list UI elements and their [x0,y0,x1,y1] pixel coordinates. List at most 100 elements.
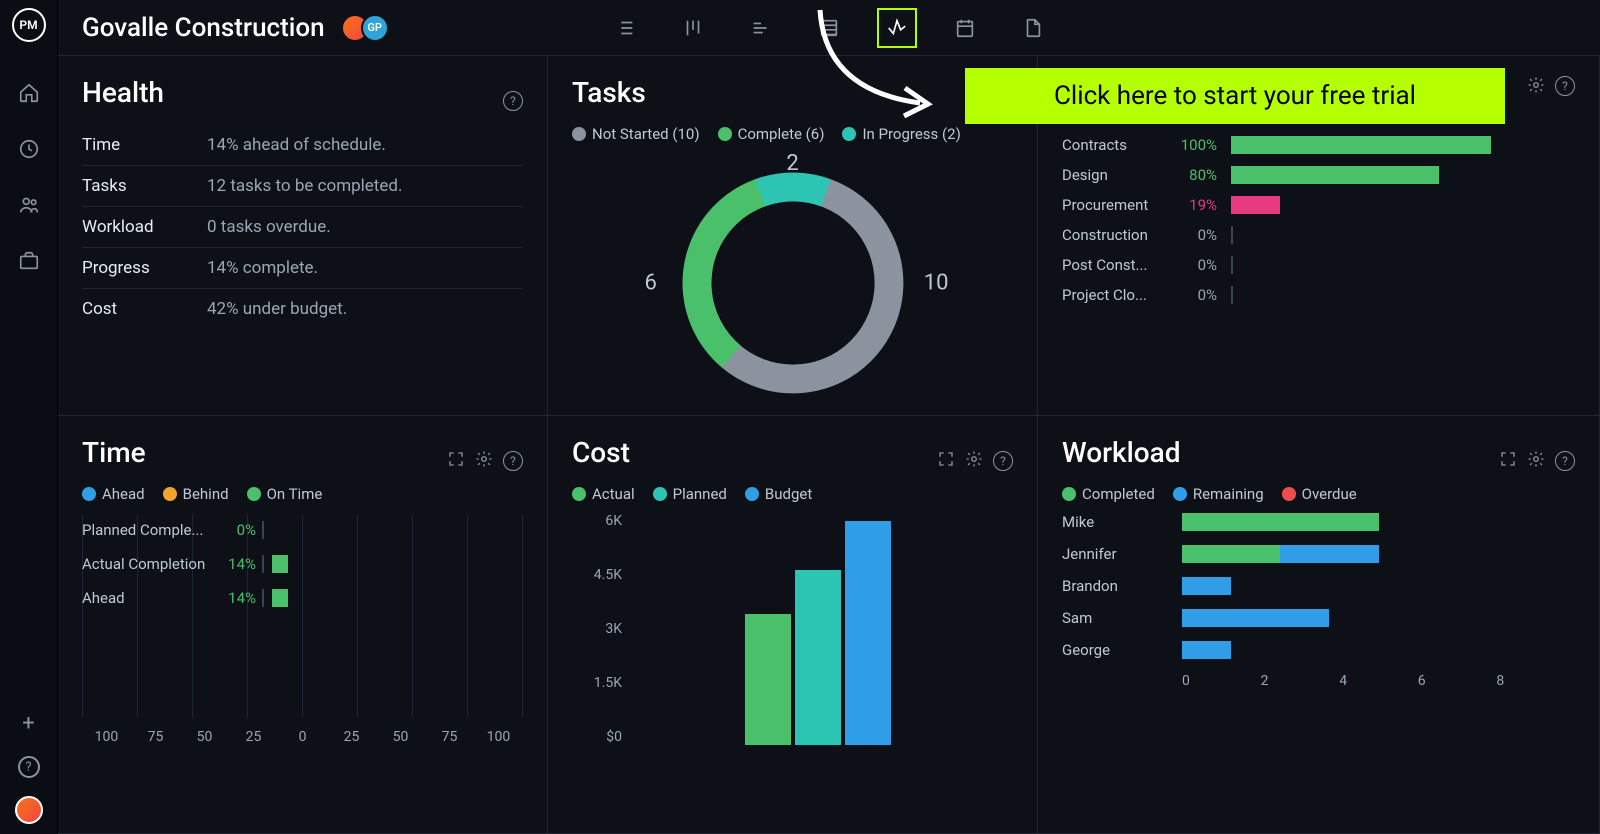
legend-item[interactable]: Actual [572,485,635,503]
view-dashboard-icon[interactable] [877,8,917,48]
portfolio-icon[interactable] [16,248,42,274]
workload-seg-completed [1182,545,1280,563]
view-calendar-icon[interactable] [945,8,985,48]
legend-label: Budget [765,485,812,503]
time-row-name: Actual Completion [82,555,212,573]
workload-name: George [1062,641,1182,659]
project-title: Govalle Construction [82,13,325,43]
health-row: Progress14% complete. [82,248,523,289]
add-icon[interactable]: + [22,711,34,736]
recent-icon[interactable] [16,136,42,162]
axis-tick: 1.5K [572,675,622,691]
panel-settings-icon[interactable] [1527,76,1545,98]
progress-pct: 19% [1171,196,1217,214]
axis-tick: 100 [474,729,523,745]
panel-help-icon[interactable]: ? [503,91,523,111]
axis-tick: 4 [1339,673,1418,689]
legend-item[interactable]: Behind [163,485,229,503]
time-bar [272,589,288,607]
cost-bar [795,570,841,745]
axis-tick: 6 [1418,673,1497,689]
legend-item[interactable]: In Progress (2) [842,125,960,143]
time-row-pct: 14% [212,589,256,607]
workload-row: George [1062,641,1575,659]
health-label: Tasks [82,176,207,196]
workload-seg-remaining [1280,545,1378,563]
health-row: Cost42% under budget. [82,289,523,329]
legend-item[interactable]: Not Started (10) [572,125,700,143]
legend-dot [1062,487,1076,501]
health-label: Progress [82,258,207,278]
time-zero-line [262,555,264,573]
view-files-icon[interactable] [1013,8,1053,48]
panel-expand-icon[interactable] [1499,450,1517,472]
time-row: Actual Completion 14% [82,555,523,573]
legend-item[interactable]: Ahead [82,485,145,503]
legend-label: In Progress (2) [862,125,960,143]
progress-name: Design [1062,166,1167,184]
progress-row: Construction 0% [1062,220,1575,250]
progress-pct: 0% [1171,286,1217,304]
progress-name: Procurement [1062,196,1167,214]
axis-tick: 100 [82,729,131,745]
axis-tick: 50 [180,729,229,745]
home-icon[interactable] [16,80,42,106]
view-board-icon[interactable] [673,8,713,48]
progress-row: Post Const... 0% [1062,250,1575,280]
panel-settings-icon[interactable] [475,450,493,472]
app-logo[interactable]: PM [12,8,46,42]
legend-item[interactable]: On Time [247,485,323,503]
panel-help-icon[interactable]: ? [993,451,1013,471]
health-row: Workload0 tasks overdue. [82,207,523,248]
legend-dot [745,487,759,501]
view-sheet-icon[interactable] [809,8,849,48]
panel-settings-icon[interactable] [1527,450,1545,472]
legend-label: Behind [183,485,229,503]
help-icon[interactable]: ? [18,756,40,778]
progress-pct: 100% [1171,136,1217,154]
panel-help-icon[interactable]: ? [1555,451,1575,471]
health-panel: Health ? Time14% ahead of schedule.Tasks… [58,56,548,416]
cost-bar-chart: 6K4.5K3K1.5K$0 [572,513,1013,773]
cost-bar [845,521,891,745]
progress-name: Post Const... [1062,256,1167,274]
trial-cta-banner[interactable]: Click here to start your free trial [965,68,1505,124]
legend-dot [247,487,261,501]
panel-help-icon[interactable]: ? [1555,76,1575,96]
legend-item[interactable]: Planned [653,485,727,503]
axis-tick: 3K [572,621,622,637]
axis-tick: 25 [229,729,278,745]
health-row: Tasks12 tasks to be completed. [82,166,523,207]
panel-help-icon[interactable]: ? [503,451,523,471]
legend-label: On Time [267,485,323,503]
workload-bar [1182,641,1575,659]
legend-item[interactable]: Complete (6) [718,125,825,143]
tasks-donut-chart: 2 6 10 [673,163,913,403]
time-zero-line [262,589,264,607]
user-avatar[interactable] [15,796,43,824]
legend-label: Planned [673,485,727,503]
donut-label-top: 2 [786,151,798,176]
legend-item[interactable]: Completed [1062,485,1155,503]
progress-bar [1231,136,1491,154]
workload-seg-completed [1182,513,1379,531]
view-list-icon[interactable] [605,8,645,48]
team-icon[interactable] [16,192,42,218]
axis-tick: 75 [131,729,180,745]
panel-expand-icon[interactable] [937,450,955,472]
cost-bar [745,614,791,745]
project-members[interactable]: GP [341,14,389,42]
workload-panel: Workload ? CompletedRemainingOverdue Mik… [1038,416,1600,834]
legend-dot [842,127,856,141]
axis-tick: 0 [278,729,327,745]
health-label: Cost [82,299,207,319]
view-gantt-icon[interactable] [741,8,781,48]
workload-row: Mike [1062,513,1575,531]
time-row: Planned Comple... 0% [82,521,523,539]
legend-item[interactable]: Overdue [1282,485,1357,503]
panel-expand-icon[interactable] [447,450,465,472]
view-switcher [605,8,1053,48]
legend-item[interactable]: Remaining [1173,485,1264,503]
panel-settings-icon[interactable] [965,450,983,472]
legend-item[interactable]: Budget [745,485,812,503]
